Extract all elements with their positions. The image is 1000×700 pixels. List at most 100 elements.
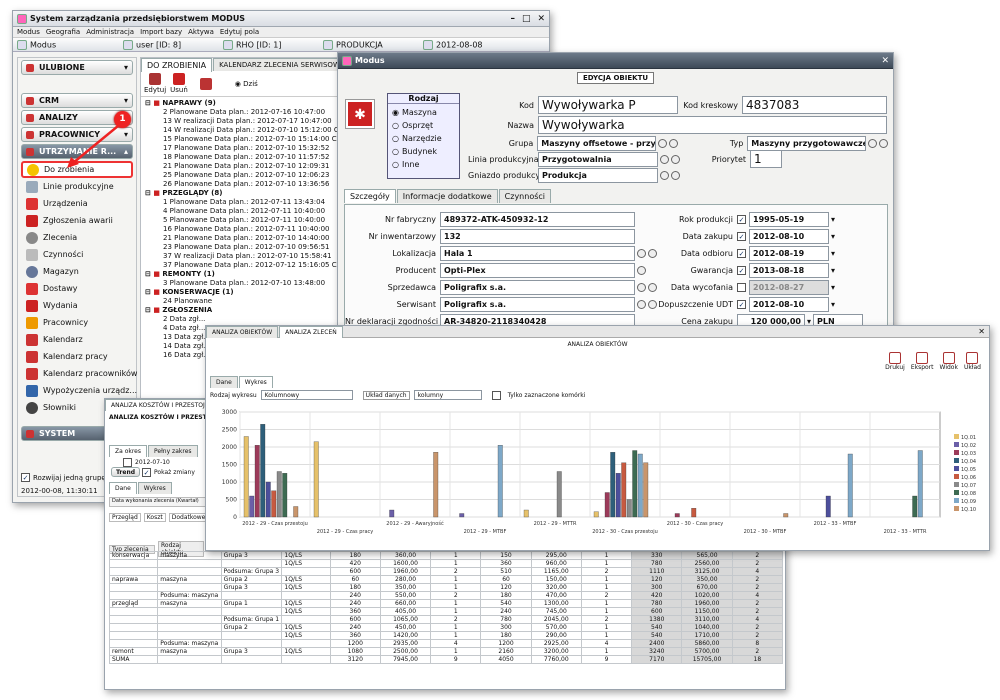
toolbar-department[interactable]: PRODUKCJA: [323, 39, 423, 50]
table-row[interactable]: Podsuma: maszyna 1200 2935,00 4 1200 2925,00 4…: [108, 639, 784, 648]
tree-item[interactable]: 4 Planowane Data plan.: 2012-07-11 10:40…: [145, 207, 345, 216]
tab-informacje[interactable]: Informacje dodatkowe: [396, 189, 498, 203]
tree-item[interactable]: 14 W realizacji Data plan.: 2012-07-10 1…: [145, 126, 345, 135]
linia-field[interactable]: Przygotowalnia: [538, 151, 658, 167]
bar[interactable]: [254, 445, 260, 518]
table-row[interactable]: naprawa maszyna Grupa 2 1Q/LS 60 280,00 1 60 150…: [108, 575, 784, 584]
detail-field[interactable]: Poligrafix s.a.: [440, 297, 635, 312]
toolbar-company[interactable]: RHO [ID: 1]: [223, 39, 323, 50]
date-field[interactable]: 1995-05-19: [749, 212, 829, 227]
close-icon[interactable]: ✕: [881, 56, 889, 66]
group-by[interactable]: Data wykonania zlecenia (Kwartał): [109, 497, 209, 507]
table-row[interactable]: 1Q/LS 360 405,00 1 240 745,00 1 600 1150,00 2: [108, 607, 784, 616]
checkbox[interactable]: ✓: [737, 215, 746, 224]
tab-szczegoly[interactable]: Szczegóły: [344, 189, 396, 203]
layout-button[interactable]: Układ: [964, 352, 981, 371]
bar[interactable]: [604, 492, 610, 518]
maximize-icon[interactable]: □: [522, 14, 531, 24]
table-row[interactable]: SUMA 3120 7945,00 9 4050 7760,00 9 7170 15705,00…: [108, 655, 784, 664]
tab-kalendarz[interactable]: KALENDARZ ZLECENIA SERWISOWE: [213, 58, 351, 71]
tree-item[interactable]: 25 Planowane Data plan.: 2012-07-10 12:0…: [145, 171, 345, 180]
tree-item[interactable]: 26 Planowane Data plan.: 2012-07-10 13:3…: [145, 180, 345, 189]
bar[interactable]: [293, 506, 299, 518]
sidebar-item-wydania[interactable]: Wydania: [18, 297, 136, 314]
checkbox[interactable]: ✓: [737, 232, 746, 241]
rozwijaj-checkbox[interactable]: ✓ Rozwijaj jedną grupę: [21, 473, 106, 482]
bar[interactable]: [593, 511, 599, 518]
detail-field[interactable]: 132: [440, 229, 635, 244]
group-ulubione[interactable]: ULUBIONE ▾: [21, 60, 133, 75]
close-icon[interactable]: ✕: [978, 327, 985, 336]
checkbox[interactable]: [491, 390, 501, 400]
date-field[interactable]: 2012-07-10: [109, 457, 209, 467]
menu-item[interactable]: Geografia: [46, 28, 80, 36]
table-row[interactable]: konserwacja maszyna Grupa 3 1Q/LS 180 360,00 1…: [108, 551, 784, 560]
bar[interactable]: [847, 453, 853, 518]
tab-analiza-zlecen[interactable]: ANALIZA ZLECEŃ: [279, 325, 343, 338]
sidebar-item-urzadzenia[interactable]: Urządzenia: [18, 195, 136, 212]
toolbar-date[interactable]: 2012-08-08: [423, 39, 483, 50]
checkbox[interactable]: ✓: [142, 467, 152, 477]
delete-button[interactable]: Usuń: [170, 73, 188, 94]
priorytet-field[interactable]: 1: [750, 150, 782, 168]
bar[interactable]: [276, 471, 282, 518]
menu-item[interactable]: Edytuj pola: [220, 28, 259, 36]
tab-za-okres[interactable]: Za okres: [109, 445, 147, 457]
bar[interactable]: [249, 495, 255, 518]
table-row[interactable]: remont maszyna Grupa 3 1Q/LS 1080 2500,00 1 216…: [108, 647, 784, 656]
bar[interactable]: [637, 453, 643, 518]
menu-item[interactable]: Administracja: [86, 28, 134, 36]
box-icon[interactable]: [199, 77, 212, 90]
chart-type-select[interactable]: Kolumnowy: [260, 390, 353, 400]
tree-category[interactable]: ⊟ ■ ZGŁOSZENIA: [145, 306, 345, 315]
bar[interactable]: [243, 436, 249, 518]
bar[interactable]: [691, 508, 697, 518]
sidebar-item-magazyn[interactable]: Magazyn: [18, 263, 136, 280]
tree-item[interactable]: 2 Planowane Data plan.: 2012-07-16 10:47…: [145, 108, 345, 117]
print-button[interactable]: Drukuj: [885, 352, 905, 371]
minimize-icon[interactable]: –: [510, 14, 515, 24]
bar[interactable]: [459, 513, 465, 518]
sidebar-item-wypozyczenia[interactable]: Wypożyczenia urządz...: [18, 382, 137, 399]
tree-item[interactable]: 23 Planowane Data plan.: 2012-07-10 09:5…: [145, 243, 345, 252]
tree-item[interactable]: 2 Data zgł...: [145, 315, 345, 324]
search-icon[interactable]: [660, 154, 669, 164]
bar[interactable]: [260, 424, 266, 518]
window-controls[interactable]: – □ ✕: [510, 14, 545, 24]
menu-item[interactable]: Modus: [17, 28, 40, 36]
tree-item[interactable]: 21 Planowane Data plan.: 2012-07-10 12:0…: [145, 162, 345, 171]
bar[interactable]: [556, 471, 562, 518]
typ-field[interactable]: Maszyny przygotowawcze: [747, 135, 866, 151]
bar[interactable]: [783, 513, 789, 518]
bar[interactable]: [912, 495, 918, 518]
tab-analiza-obiektow[interactable]: ANALIZA OBIEKTÓW: [206, 325, 279, 338]
sidebar-item-kalendarz-pracownikow[interactable]: Kalendarz pracowników: [18, 365, 137, 382]
sidebar-item-linie[interactable]: Linie produkcyjne: [18, 178, 136, 195]
radio-budynek[interactable]: ○ Budynek: [388, 145, 459, 158]
clear-icon[interactable]: [879, 138, 888, 148]
table-row[interactable]: Podsuma: maszyna 240 550,00 2 180 470,00 2 420 1…: [108, 591, 784, 600]
tab-pelny-zakres[interactable]: Pełny zakres: [148, 445, 198, 457]
clear-icon[interactable]: [671, 154, 680, 164]
date-field[interactable]: 2012-08-10: [749, 297, 829, 312]
bar[interactable]: [523, 509, 529, 518]
table-row[interactable]: Podsuma: Grupa 1 600 1065,00 2 780 2045,00 2 13…: [108, 615, 784, 624]
date-field[interactable]: 2012-08-27: [749, 280, 829, 295]
tab-dane[interactable]: Dane: [109, 482, 137, 494]
tree-item[interactable]: 17 Planowane Data plan.: 2012-07-10 15:3…: [145, 144, 345, 153]
export-button[interactable]: Eksport: [911, 352, 934, 371]
grupa-field[interactable]: Maszyny offsetowe - przyg: [537, 135, 656, 151]
bar[interactable]: [265, 481, 271, 518]
sidebar-item-zlecenia[interactable]: Zlecenia: [18, 229, 136, 246]
dropdown-icon[interactable]: ▾: [831, 266, 835, 275]
tree-item[interactable]: 5 Planowane Data plan.: 2012-07-11 10:40…: [145, 216, 345, 225]
tree-item[interactable]: 16 Planowane Data plan.: 2012-07-11 10:4…: [145, 225, 345, 234]
checkbox[interactable]: ✓: [21, 473, 30, 482]
table-row[interactable]: 1Q/LS 420 1600,00 1 360 960,00 1 780 2560,00 2: [108, 559, 784, 568]
view-button[interactable]: Widok: [940, 352, 958, 371]
detail-field[interactable]: Poligrafix s.a.: [440, 280, 635, 295]
toolbar-modus[interactable]: Modus: [13, 39, 123, 50]
tree-item[interactable]: 37 W realizacji Data plan.: 2012-07-10 1…: [145, 252, 345, 261]
bar[interactable]: [626, 499, 632, 518]
tab-czynnosci[interactable]: Czynności: [498, 189, 551, 203]
